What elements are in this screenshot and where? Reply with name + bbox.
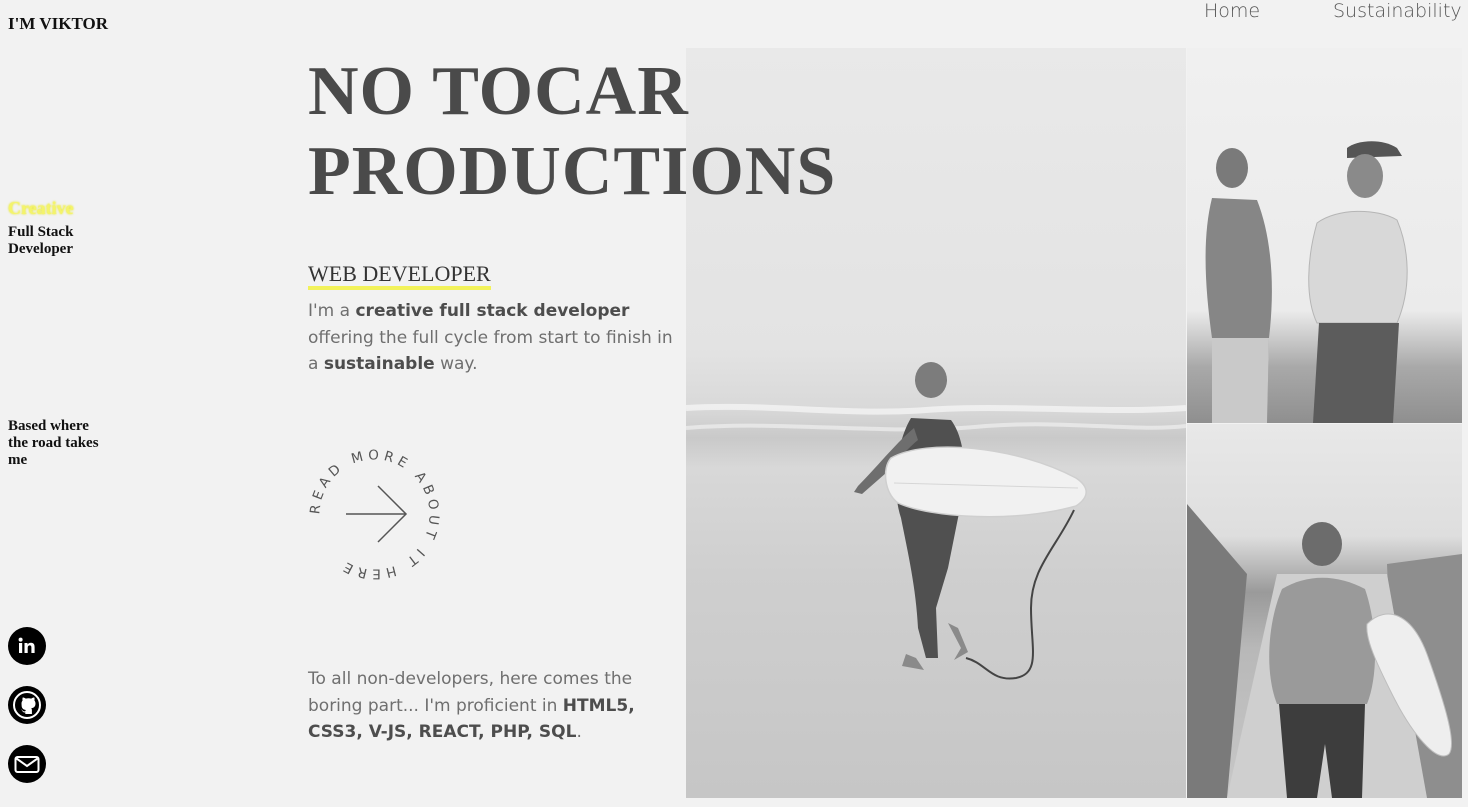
page-title: NO TOCAR PRODUCTIONS (308, 52, 836, 212)
title-line-2: PRODUCTIONS (308, 133, 837, 210)
nav-home[interactable]: Home (1204, 0, 1260, 26)
friends-lookout-photo (1187, 48, 1462, 423)
intro-highlight-2: sustainable (323, 354, 435, 374)
surfer-road-photo (1187, 424, 1462, 798)
title-line-1: NO TOCAR (308, 53, 689, 130)
read-more-button[interactable]: READ MORE ABOUT IT HERE (302, 442, 447, 587)
skills-text-2: . (576, 722, 582, 742)
role-subtitle: WEB DEVELOPER (308, 262, 491, 290)
email-icon (14, 756, 40, 773)
brand-name[interactable]: I'M VIKTOR (8, 14, 108, 34)
intro-text-3: way. (434, 354, 478, 374)
tagline-role: Full Stack Developer (8, 224, 74, 257)
arrow-right-icon (346, 485, 408, 543)
intro-paragraph: I'm a creative full stack developer offe… (308, 298, 678, 378)
nav-sustainability[interactable]: Sustainability (1333, 0, 1462, 26)
github-icon (13, 691, 41, 719)
intro-text-1: I'm a (308, 301, 356, 321)
linkedin-icon (18, 637, 35, 653)
email-link[interactable] (8, 745, 46, 783)
github-link[interactable] (8, 686, 46, 724)
tagline-creative: Creative (8, 198, 74, 218)
linkedin-link[interactable] (8, 627, 46, 665)
tagline-location: Based where the road takes me (8, 418, 99, 468)
skills-paragraph: To all non-developers, here comes the bo… (308, 666, 683, 746)
intro-highlight-1: creative full stack developer (355, 301, 630, 321)
